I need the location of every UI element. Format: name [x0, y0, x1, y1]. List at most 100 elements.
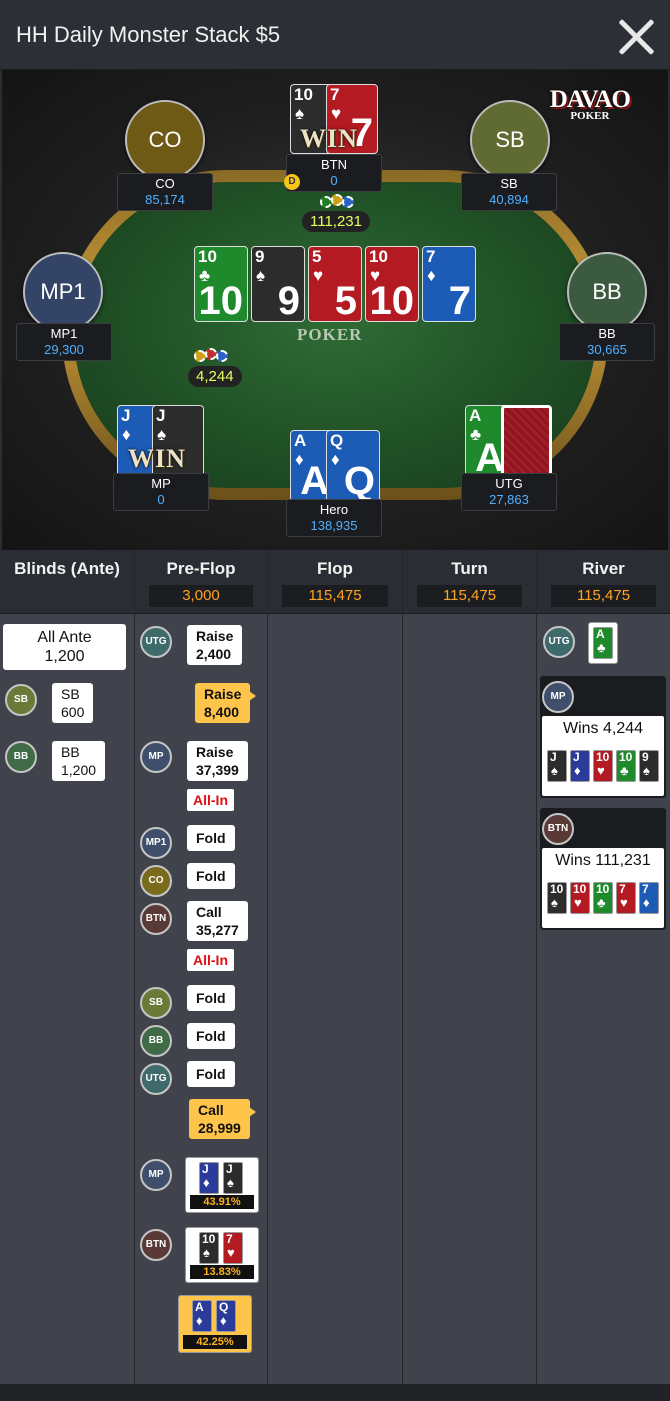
column-body-blinds	[0, 614, 134, 1384]
mini-card: A ♣	[593, 627, 613, 659]
column-title: Turn	[451, 559, 488, 578]
mini-card: Q ♦	[216, 1300, 236, 1332]
seat-btn-name: BTN	[321, 157, 347, 172]
board-card-5: 7 ♦ 7	[422, 246, 476, 322]
seat-co-avatar[interactable]: CO	[125, 100, 205, 180]
close-icon[interactable]	[616, 16, 656, 56]
allin-badge: All-In	[187, 949, 234, 971]
utg-card-back	[501, 405, 552, 479]
seat-sb-name: SB	[500, 176, 518, 191]
preflop-action-bubble: Raise 37,399	[187, 741, 248, 781]
river-winner-panel-mp: MP Wins 4,244 J ♠ J ♦ 10 ♥ 10 ♣ 9 ♠	[540, 676, 666, 798]
seat-bb-label: BB	[592, 279, 622, 304]
seat-utg-plate: UTG 27,863	[461, 473, 557, 511]
winner-btn-box: Wins 111,231 10 ♠ 10 ♥ 10 ♣ 7 ♥ 7 ♦	[542, 848, 664, 928]
mini-card: 10 ♣	[593, 882, 613, 914]
preflop-utg-avatar: UTG	[140, 626, 172, 658]
preflop-action-bubble: Fold	[187, 825, 235, 851]
mini-card: 10 ♠	[199, 1232, 219, 1264]
column-pot: 115,475	[417, 585, 522, 607]
blind-bb-avatar: BB	[5, 741, 37, 773]
preflop-action-bubble: Call 35,277	[187, 901, 248, 941]
mini-card: J ♠	[547, 750, 567, 782]
column-pot: 3,000	[149, 585, 253, 607]
column-pot: 115,475	[282, 585, 388, 607]
preflop-action-bubble: Fold	[187, 1023, 235, 1049]
seat-hero-name: Hero	[319, 502, 349, 517]
preflop-mp1-avatar: MP1	[140, 827, 172, 859]
blind-bb-bubble: BB 1,200	[52, 741, 106, 781]
board-card-1: 10 ♣ 10	[194, 246, 248, 322]
seat-bb-plate: BB 30,665	[559, 323, 655, 361]
seat-mp1-stack: 29,300	[44, 342, 84, 357]
mini-card: 10 ♣	[616, 750, 636, 782]
allin-badge: All-In	[187, 789, 234, 811]
mini-card: J ♦	[570, 750, 590, 782]
hero-hole-card-2: Q ♦ Q	[326, 430, 380, 502]
column-title: Pre-Flop	[166, 559, 236, 578]
showdown-mp-avatar: MP	[140, 1159, 172, 1191]
seat-co-label: CO	[148, 127, 182, 152]
seat-mp1-plate: MP1 29,300	[16, 323, 112, 361]
preflop-sb-avatar: SB	[140, 987, 172, 1019]
blind-bb-value: 1,200	[61, 762, 97, 778]
ante-label: All Ante	[37, 629, 92, 646]
column-pot: 115,475	[551, 585, 656, 607]
seat-bb-avatar[interactable]: BB	[567, 252, 647, 332]
blind-bb-label: BB	[61, 744, 80, 760]
showdown-mp-equity-box: J ♦ J ♠ 43.91%	[185, 1157, 259, 1213]
seat-sb-plate: SB 40,894	[461, 173, 557, 211]
seat-utg-stack: 27,863	[489, 492, 529, 507]
preflop-btn-avatar: BTN	[140, 903, 172, 935]
winner-mp-avatar: MP	[542, 681, 574, 713]
btn-win-label: WIN	[300, 124, 358, 153]
column-divider	[267, 550, 268, 1384]
seat-hero-stack: 138,935	[310, 518, 358, 533]
winner-text: Wins 4,244	[562, 720, 644, 737]
side-pot-amount: 4,244	[188, 366, 242, 387]
mini-card: 7 ♦	[639, 882, 659, 914]
river-utg-card-box: A ♣	[588, 622, 618, 664]
ante-box: All Ante 1,200	[3, 624, 126, 670]
preflop-action-bubble: Fold	[187, 863, 235, 889]
seat-sb-avatar[interactable]: SB	[470, 100, 550, 180]
page-title: HH Daily Monster Stack $5	[16, 22, 281, 47]
seat-btn-stack: 0	[330, 173, 338, 188]
mini-card: 9 ♠	[639, 750, 659, 782]
blind-sb-bubble: SB 600	[52, 683, 94, 723]
seat-co-plate: CO 85,174	[117, 173, 213, 211]
board-card-2: 9 ♠ 9	[251, 246, 305, 322]
column-header-turn: Turn 115,475	[403, 550, 536, 614]
column-header-blinds: Blinds (Ante)	[0, 550, 134, 614]
seat-mp1-label: MP1	[40, 279, 86, 304]
blind-sb-avatar: SB	[5, 684, 37, 716]
column-divider	[134, 550, 135, 1384]
seat-mp-plate: MP 0	[113, 473, 209, 511]
winner-btn-avatar: BTN	[542, 813, 574, 845]
seat-co-stack: 85,174	[145, 192, 185, 207]
winner-text: Wins 111,231	[555, 852, 651, 869]
column-title: River	[582, 559, 625, 578]
seat-btn-plate: BTN 0	[286, 154, 382, 192]
mini-card: 10 ♥	[593, 750, 613, 782]
board-card-3: 5 ♥ 5	[308, 246, 362, 322]
seat-sb-stack: 40,894	[489, 192, 529, 207]
column-title: Flop	[317, 559, 353, 578]
column-body-flop	[268, 614, 402, 1384]
showdown-btn-equity-box: 10 ♠ 7 ♥ 13.83%	[185, 1227, 259, 1283]
mini-card: A ♦	[192, 1300, 212, 1332]
blind-sb-label: SB	[61, 686, 80, 702]
seat-bb-name: BB	[598, 326, 616, 341]
preflop-hero-action-bubble: Call 28,999	[189, 1099, 256, 1139]
seat-mp-stack: 0	[157, 492, 165, 507]
seat-mp1-name: MP1	[50, 326, 78, 341]
mini-card: 10 ♥	[570, 882, 590, 914]
column-divider	[402, 550, 403, 1384]
main-pot-amount: 111,231	[302, 211, 370, 232]
preflop-utg-avatar: UTG	[140, 1063, 172, 1095]
seat-sb-label: SB	[495, 127, 525, 152]
dealer-button-icon: D	[284, 174, 300, 190]
mini-card: J ♦	[199, 1162, 219, 1194]
seat-mp1-avatar[interactable]: MP1	[23, 252, 103, 332]
mp-win-label: WIN	[128, 444, 186, 473]
